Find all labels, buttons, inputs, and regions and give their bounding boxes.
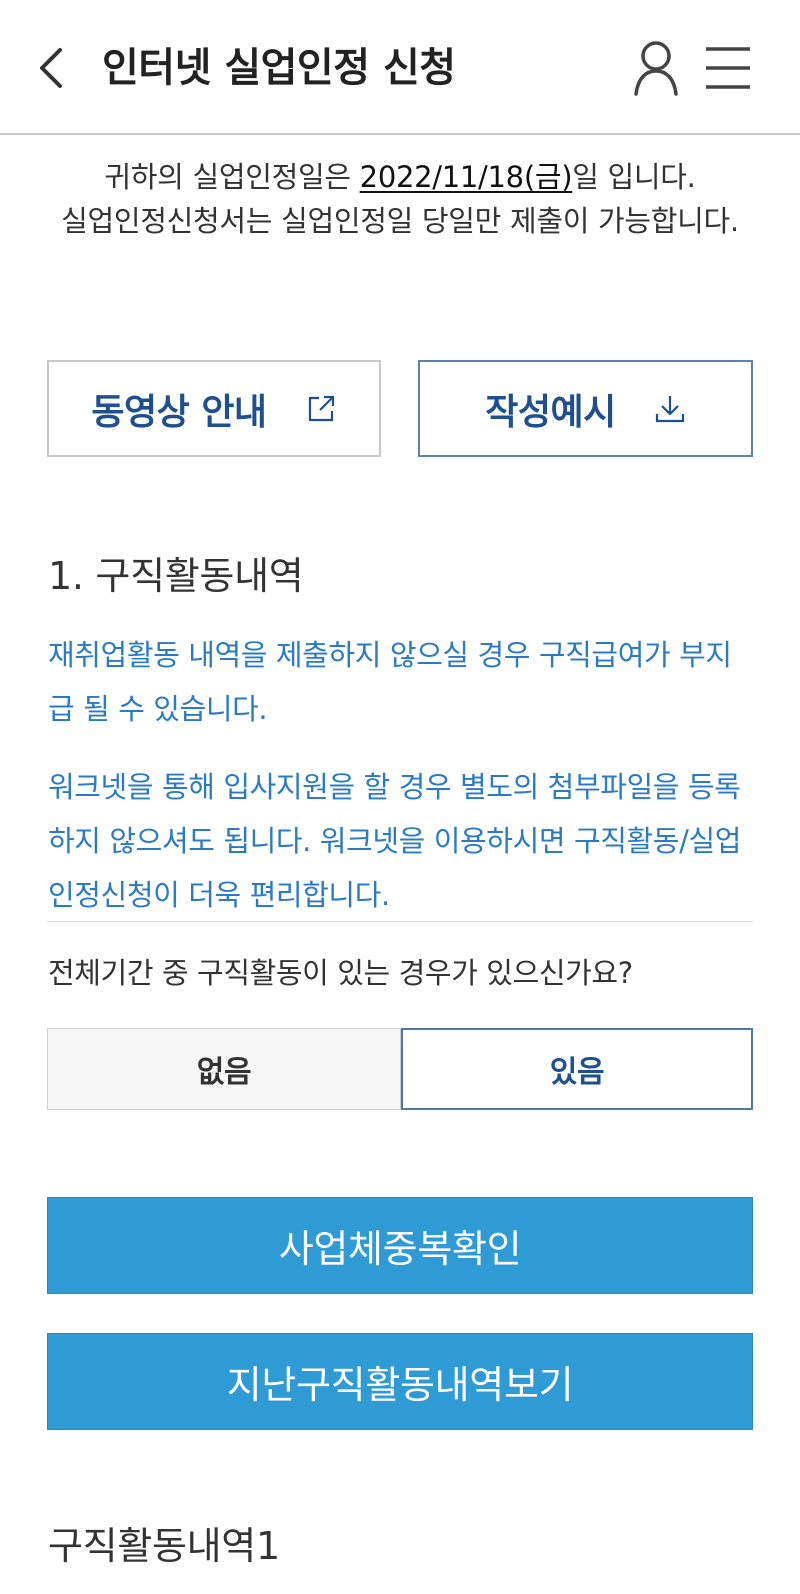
back-arrow-icon (40, 48, 62, 88)
section-title: 1. 구직활동내역 (48, 554, 304, 598)
divider (47, 921, 753, 922)
option-no-button[interactable]: 없음 (47, 1028, 401, 1110)
back-button[interactable] (30, 40, 74, 96)
notice-prefix: 귀하의 실업인정일은 (104, 160, 360, 194)
user-icon (634, 41, 678, 96)
info-text-1: 재취업활동 내역을 제출하지 않으실 경우 구직급여가 부지급 될 수 있습니다… (48, 638, 732, 726)
video-guide-button[interactable]: 동영상 안내 (47, 360, 381, 457)
user-button[interactable] (632, 38, 680, 98)
notice-suffix: 일 입니다. (572, 160, 696, 194)
app-header: 인터넷 실업인정 신청 (0, 0, 800, 135)
certification-date: 2022/11/18(금) (359, 160, 573, 194)
external-link-icon (308, 395, 334, 421)
certification-date-notice: 귀하의 실업인정일은 2022/11/18(금)일 입니다. 실업인정신청서는 … (40, 155, 760, 243)
menu-icon (706, 47, 750, 89)
example-button[interactable]: 작성예시 (418, 360, 753, 457)
activity-title: 구직활동내역1 (48, 1524, 280, 1568)
video-guide-label: 동영상 안내 (91, 391, 267, 433)
info-text-2: 워크넷을 통해 입사지원을 할 경우 별도의 첨부파일을 등록하지 않으셔도 됩… (48, 770, 742, 912)
menu-button[interactable] (704, 44, 752, 92)
option-yes-button[interactable]: 있음 (401, 1028, 753, 1110)
example-label: 작성예시 (485, 391, 616, 433)
download-icon (655, 395, 684, 422)
notice-line2: 실업인정신청서는 실업인정일 당일만 제출이 가능합니다. (61, 204, 739, 238)
past-activity-view-button[interactable]: 지난구직활동내역보기 (47, 1333, 753, 1430)
business-duplicate-check-button[interactable]: 사업체중복확인 (47, 1197, 753, 1294)
activity-question: 전체기간 중 구직활동이 있는 경우가 있으신가요? (48, 956, 633, 990)
page-title: 인터넷 실업인정 신청 (102, 45, 456, 91)
